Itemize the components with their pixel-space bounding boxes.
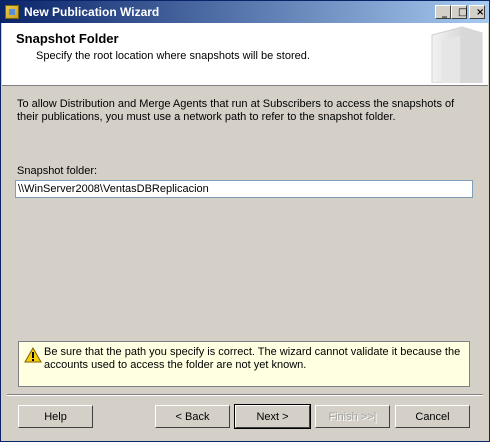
- intro-text: To allow Distribution and Merge Agents t…: [17, 98, 455, 123]
- close-button[interactable]: ×: [469, 5, 485, 19]
- snapshot-folder-input[interactable]: [15, 180, 473, 198]
- snapshot-folder-label: Snapshot folder:: [17, 165, 98, 177]
- maximize-button[interactable]: □: [451, 5, 467, 19]
- back-button[interactable]: < Back: [155, 405, 230, 428]
- finish-button[interactable]: Finish >>|: [315, 405, 390, 428]
- warning-icon: [24, 347, 42, 363]
- wizard-window: New Publication Wizard _ □ × Snapshot Fo…: [0, 0, 490, 442]
- warning-text: Be sure that the path you specify is cor…: [44, 346, 461, 371]
- page-title: Snapshot Folder: [16, 31, 119, 46]
- app-icon: [5, 5, 19, 19]
- wizard-graphic-icon: [431, 26, 483, 83]
- wizard-header: Snapshot Folder Specify the root locatio…: [2, 23, 488, 86]
- warning-box: Be sure that the path you specify is cor…: [18, 341, 470, 387]
- help-button[interactable]: Help: [18, 405, 93, 428]
- minimize-button[interactable]: _: [435, 5, 451, 19]
- title-bar[interactable]: New Publication Wizard _ □ ×: [1, 1, 489, 23]
- button-separator: [7, 394, 483, 396]
- window-title: New Publication Wizard: [24, 5, 160, 19]
- next-button[interactable]: Next >: [234, 404, 311, 429]
- cancel-button[interactable]: Cancel: [395, 405, 470, 428]
- page-subtitle: Specify the root location where snapshot…: [36, 50, 310, 62]
